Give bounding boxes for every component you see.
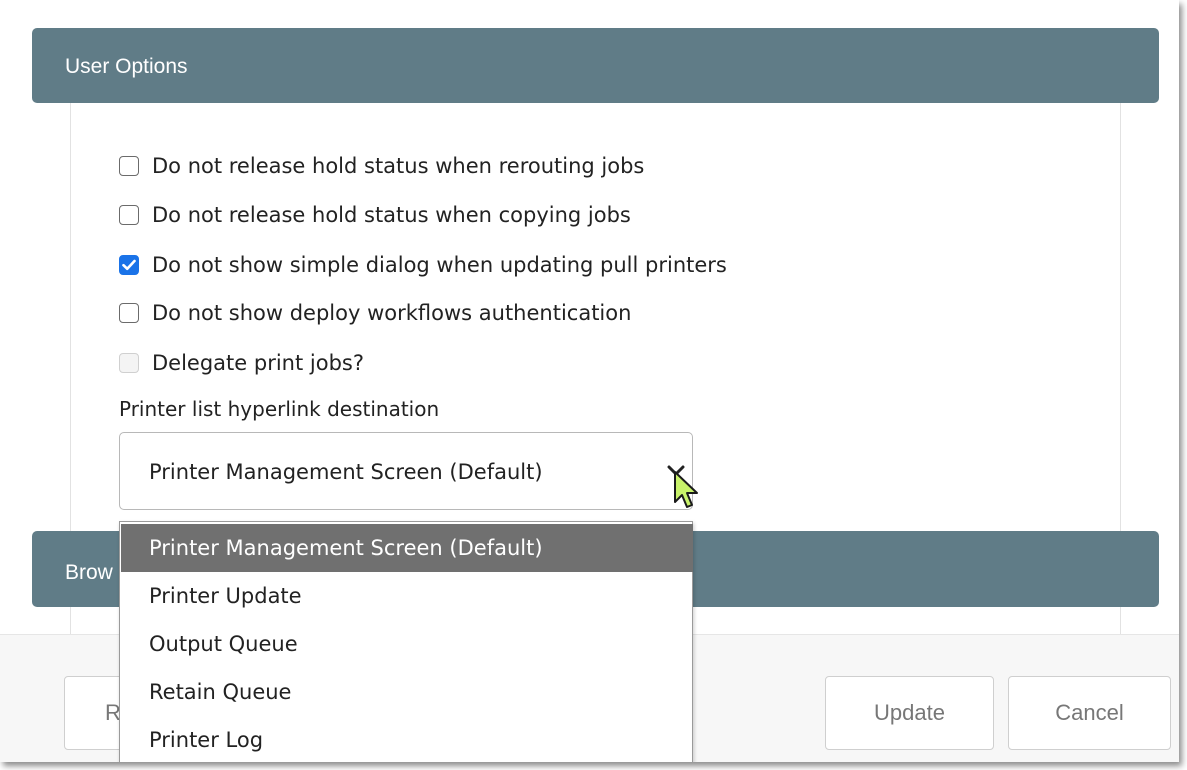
user-options-header[interactable]: User Options xyxy=(32,28,1159,103)
option-label: Delegate print jobs? xyxy=(152,351,364,375)
option-no-release-hold-rerouting[interactable]: Do not release hold status when reroutin… xyxy=(119,151,644,181)
option-no-simple-dialog-pull-printers[interactable]: Do not show simple dialog when updating … xyxy=(119,250,727,280)
dropdown-option-label: Printer Update xyxy=(149,584,302,608)
checkbox[interactable] xyxy=(119,205,139,225)
option-label: Do not release hold status when reroutin… xyxy=(152,154,645,178)
dropdown-option-label: Printer Log xyxy=(149,728,264,752)
dropdown-option-output-queue[interactable]: Output Queue xyxy=(121,620,693,668)
cancel-button-label: Cancel xyxy=(1055,700,1124,725)
update-button[interactable]: Update xyxy=(825,676,994,750)
mouse-cursor-icon xyxy=(674,471,698,508)
option-label: Do not show deploy workflows authenticat… xyxy=(152,301,632,325)
cancel-button[interactable]: Cancel xyxy=(1008,676,1171,750)
options-dialog: User Options Do not release hold status … xyxy=(0,0,1179,762)
checkmark-icon xyxy=(122,259,136,271)
dropdown-option-printer-log[interactable]: Printer Log xyxy=(121,716,693,762)
dropdown-option-printer-update[interactable]: Printer Update xyxy=(121,572,693,620)
checkbox-disabled xyxy=(119,353,139,373)
checkbox[interactable] xyxy=(119,303,139,323)
hyperlink-destination-label: Printer list hyperlink destination xyxy=(119,397,440,421)
hyperlink-destination-select[interactable]: Printer Management Screen (Default) xyxy=(119,432,693,510)
option-label: Do not release hold status when copying … xyxy=(152,203,631,227)
option-delegate-print-jobs: Delegate print jobs? xyxy=(119,348,364,378)
hyperlink-destination-dropdown: Printer Management Screen (Default) Prin… xyxy=(119,521,693,762)
checkbox[interactable] xyxy=(119,156,139,176)
dropdown-option-retain-queue[interactable]: Retain Queue xyxy=(121,668,693,716)
option-no-release-hold-copying[interactable]: Do not release hold status when copying … xyxy=(119,200,631,230)
checkbox-checked[interactable] xyxy=(119,255,139,275)
dropdown-option-printer-management[interactable]: Printer Management Screen (Default) xyxy=(121,524,693,572)
dropdown-option-label: Printer Management Screen (Default) xyxy=(149,536,543,560)
select-value: Printer Management Screen (Default) xyxy=(149,460,543,484)
browser-section-title: Brow xyxy=(65,561,113,584)
user-options-title: User Options xyxy=(65,55,188,78)
dropdown-option-label: Retain Queue xyxy=(149,680,292,704)
option-no-deploy-workflows-auth[interactable]: Do not show deploy workflows authenticat… xyxy=(119,298,631,328)
update-button-label: Update xyxy=(874,700,945,725)
option-label: Do not show simple dialog when updating … xyxy=(152,253,727,277)
dropdown-option-label: Output Queue xyxy=(149,632,298,656)
